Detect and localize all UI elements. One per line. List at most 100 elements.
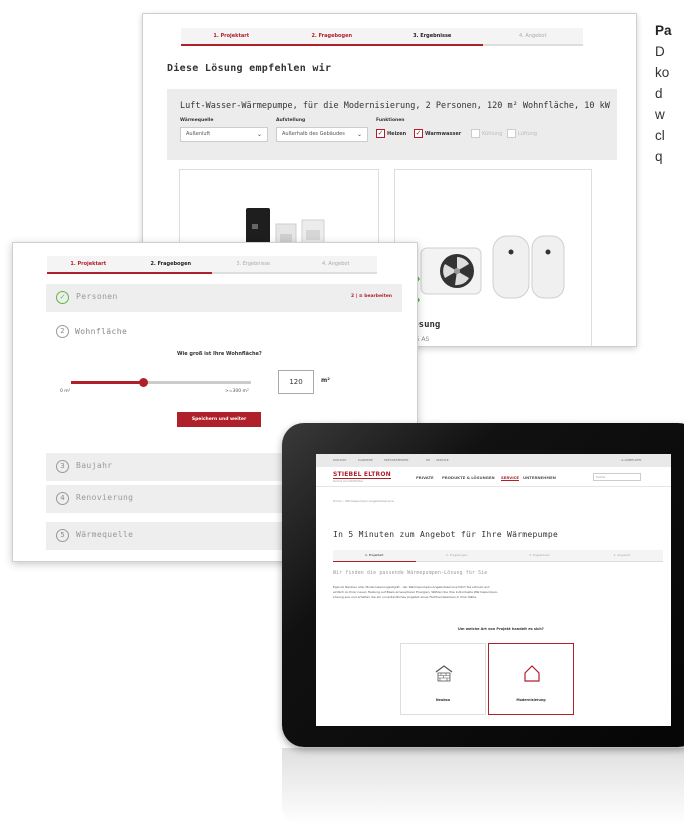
wohnflaeche-input[interactable]: 120	[278, 370, 314, 394]
checkbox-label: Kühlung	[482, 130, 503, 137]
brick-house-icon	[435, 665, 453, 682]
section-label: Renovierung	[76, 493, 134, 502]
chevron-down-icon: ⌄	[356, 131, 362, 138]
step-projektart[interactable]: 1. Projektart	[181, 28, 282, 46]
step-angebot: 4. Angebot	[580, 550, 663, 562]
nav-item-produkte[interactable]: PRODUKTE & LÖSUNGEN	[442, 475, 495, 480]
checkbox-heizen[interactable]: ✓ Heizen	[376, 129, 406, 138]
nav-item-private[interactable]: PRIVATE	[416, 475, 434, 480]
tablet-screen: KONTAKT KARRIERE PRESSE/MEDIEN DE SERVIC…	[316, 454, 671, 726]
nav-item-unternehmen[interactable]: UNTERNEHMEN	[523, 475, 556, 480]
unit-label: m²	[321, 377, 330, 384]
progress-steps: 1. Projektart 2. Fragebogen 3. Ergebniss…	[333, 550, 663, 562]
side-text-line: q	[655, 149, 663, 164]
section-label: Wohnfläche	[75, 327, 128, 336]
heat-pump-tanks-image	[420, 235, 565, 299]
step-number-icon: 3	[56, 460, 69, 473]
breadcrumb[interactable]: Home › Wärmepumpen-Angebotsservice	[333, 499, 394, 503]
project-type-question: Um welche Art von Projekt handelt es sic…	[458, 627, 544, 631]
step-ergebnisse: 3. Ergebnisse	[212, 256, 295, 274]
option-neubau[interactable]: Neubau	[400, 643, 486, 715]
side-text-column: Pa D ko d w cl q	[655, 20, 684, 167]
checkbox-empty-icon	[471, 129, 480, 138]
step-ergebnisse[interactable]: 3. Ergebnisse	[382, 28, 483, 46]
option-modernisierung[interactable]: Modernisierung	[488, 643, 574, 715]
slider-fill	[71, 381, 143, 384]
edit-link[interactable]: 2 | ≡ bearbeiten	[351, 294, 392, 299]
tablet-device: KONTAKT KARRIERE PRESSE/MEDIEN DE SERVIC…	[282, 423, 684, 747]
chevron-down-icon: ⌄	[256, 131, 262, 138]
section-label: Baujahr	[76, 461, 113, 470]
step-projektart[interactable]: 1. Projektart	[333, 550, 416, 562]
option-label: Modernisierung	[516, 698, 546, 702]
slider-min-label: 0 m²	[60, 389, 71, 394]
wohnflaeche-question: Wie groß ist Ihre Wohnfläche?	[177, 351, 262, 357]
aufstellung-value: Außerhalb des Gebäudes	[282, 131, 345, 137]
wohnflaeche-slider[interactable]	[71, 378, 251, 387]
topbar-link[interactable]: KARRIERE	[358, 458, 373, 462]
slider-max-label: >=300 m²	[225, 389, 249, 394]
side-text-line: w	[655, 107, 665, 122]
waermequelle-label: Wärmequelle	[180, 118, 214, 123]
page-title: In 5 Minuten zum Angebot für Ihre Wärmep…	[333, 530, 559, 539]
section-personen[interactable]: ✓ Personen 2 | ≡ bearbeiten	[46, 284, 402, 312]
topbar-link[interactable]: PRESSE/MEDIEN	[384, 458, 408, 462]
slider-handle[interactable]	[139, 378, 148, 387]
results-title: Diese Lösung empfehlen wir	[167, 63, 332, 74]
checkbox-label: Heizen	[387, 130, 407, 137]
section-label: Wärmequelle	[76, 530, 134, 539]
product-card-solution[interactable]: s-Lösung WPL 15 AS	[394, 169, 592, 346]
step-fragebogen[interactable]: 2. Fragebogen	[281, 28, 382, 46]
step-fragebogen[interactable]: 2. Fragebogen	[129, 256, 212, 274]
nav-item-service[interactable]: SERVICE	[501, 475, 519, 481]
configuration-panel: Luft-Wasser-Wärmepumpe, für die Modernis…	[167, 89, 617, 160]
top-utility-bar: KONTAKT KARRIERE PRESSE/MEDIEN DE SERVIC…	[316, 454, 671, 467]
checkbox-kuehlung[interactable]: Kühlung	[471, 129, 502, 138]
section-wohnflaeche-header: 2 Wohnfläche	[56, 325, 127, 338]
waermequelle-value: Außenluft	[186, 131, 211, 137]
step-number-icon: 4	[56, 492, 69, 505]
configuration-title: Luft-Wasser-Wärmepumpe, für die Modernis…	[180, 101, 610, 111]
step-fragebogen: 2. Fragebogen	[415, 550, 498, 562]
brand-logo[interactable]: STIEBEL ELTRON	[333, 471, 391, 479]
step-projektart[interactable]: 1. Projektart	[47, 256, 130, 274]
option-label: Neubau	[435, 698, 451, 702]
aufstellung-select[interactable]: Außerhalb des Gebäudes ⌄	[276, 127, 368, 142]
step-angebot: 4. Angebot	[482, 28, 583, 46]
section-label: Personen	[76, 292, 118, 301]
check-circle-icon: ✓	[56, 291, 69, 304]
step-number-icon: 5	[56, 529, 69, 542]
save-and-continue-button[interactable]: Speichern und weiter	[177, 412, 261, 427]
checkbox-label: Warmwasser	[425, 130, 462, 137]
brand-tagline: Technik zum Wohlfühlen	[333, 480, 364, 483]
check-icon: ✓	[414, 129, 423, 138]
funktionen-label: Funktionen	[376, 118, 405, 123]
side-text-line: Pa	[655, 23, 672, 38]
progress-steps: 1. Projektart 2. Fragebogen 3. Ergebniss…	[47, 256, 377, 274]
topbar-link[interactable]: KONTAKT	[333, 458, 347, 462]
checkbox-label: Lüftung	[518, 130, 538, 137]
side-text-line: ko	[655, 65, 670, 80]
login-link[interactable]: ≡ ANMELDEN	[621, 458, 641, 462]
checkbox-empty-icon	[507, 129, 516, 138]
main-navigation: STIEBEL ELTRON Technik zum Wohlfühlen PR…	[316, 467, 671, 487]
section-subtitle: Wir finden die passende Wärmepumpen-Lösu…	[333, 571, 488, 576]
step-angebot: 4. Angebot	[294, 256, 377, 274]
intro-text: Egal ob Neubau oder Modernisierungsobjek…	[333, 585, 498, 599]
aufstellung-label: Aufstellung	[276, 118, 306, 123]
checkbox-warmwasser[interactable]: ✓ Warmwasser	[414, 129, 461, 138]
step-number-icon: 2	[56, 325, 69, 338]
side-text-line: D	[655, 44, 665, 59]
progress-steps: 1. Projektart 2. Fragebogen 3. Ergebniss…	[181, 28, 583, 46]
tablet-reflection	[282, 748, 684, 826]
side-text-line: d	[655, 86, 663, 101]
topbar-link[interactable]: SERVICE	[436, 458, 449, 462]
house-icon	[524, 665, 540, 682]
checkbox-lueftung[interactable]: Lüftung	[507, 129, 537, 138]
step-ergebnisse: 3. Ergebnisse	[498, 550, 581, 562]
search-input[interactable]: Suche	[593, 473, 641, 481]
check-icon: ✓	[376, 129, 385, 138]
side-text-line: cl	[655, 128, 665, 143]
topbar-link[interactable]: DE	[426, 458, 430, 462]
waermequelle-select[interactable]: Außenluft ⌄	[180, 127, 268, 142]
